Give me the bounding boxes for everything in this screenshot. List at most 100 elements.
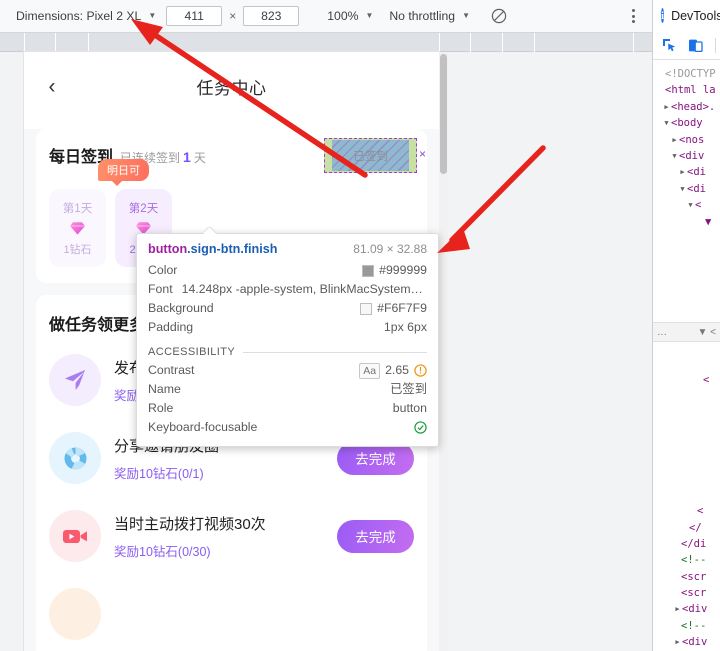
screenshot-root: Dimensions: Pixel 2 XL ▼ × 100% ▼ No thr… bbox=[0, 0, 720, 651]
dom-line[interactable] bbox=[659, 421, 709, 437]
name-key: Name bbox=[148, 382, 181, 396]
tooltip-color-row: Color #999999 bbox=[148, 261, 427, 280]
devtools-logo-icon: i bbox=[661, 8, 665, 23]
dom-line[interactable]: ▶ <di bbox=[656, 164, 720, 180]
tooltip-padding-key: Padding bbox=[148, 320, 194, 334]
tooltip-color-hex: #999999 bbox=[379, 263, 427, 277]
expand-arrow[interactable]: ▼ bbox=[670, 148, 679, 164]
dom-line-text: <div bbox=[682, 636, 708, 649]
sign-btn-finish[interactable]: 已签到 bbox=[324, 138, 417, 173]
dom-line-text: <div bbox=[682, 603, 708, 616]
expand-arrow[interactable]: ▼ bbox=[686, 197, 695, 213]
expand-arrow[interactable]: ▼ bbox=[678, 181, 687, 197]
share-aperture-icon bbox=[49, 432, 101, 484]
dom-line[interactable] bbox=[659, 438, 709, 454]
dimensions-dropdown[interactable]: Dimensions: Pixel 2 XL ▼ bbox=[14, 5, 156, 27]
devtools-titlebar: i DevTools bbox=[653, 0, 720, 31]
signin-day-cell[interactable]: 第1天 1钻石 bbox=[49, 189, 106, 267]
warning-icon bbox=[414, 364, 427, 377]
dom-line[interactable]: <!-- bbox=[659, 618, 709, 634]
dom-line[interactable]: <!-- bbox=[659, 552, 709, 568]
dom-tree-lower[interactable]: < < </ </di <!-- <scr <scr ▶ <div <!-- ▶ <… bbox=[656, 366, 709, 651]
go-complete-button[interactable]: 去完成 bbox=[337, 519, 414, 553]
expand-arrow[interactable]: ▶ bbox=[662, 99, 671, 115]
dom-line[interactable] bbox=[659, 388, 709, 404]
dom-line-text: <head>. bbox=[671, 100, 716, 113]
dom-line[interactable]: <scr bbox=[659, 569, 709, 585]
dom-line-text bbox=[703, 421, 709, 437]
viewport-height-input[interactable] bbox=[243, 6, 300, 26]
dom-line[interactable]: < bbox=[659, 372, 709, 388]
dom-line[interactable]: ▼ <di bbox=[656, 181, 720, 197]
dom-line[interactable]: ▼ <div bbox=[656, 148, 720, 164]
viewport-gutter-right bbox=[439, 52, 652, 651]
device-toolbar-icon[interactable] bbox=[686, 36, 705, 55]
tooltip-role-row: Role button bbox=[148, 399, 427, 418]
dom-line[interactable]: <!DOCTYP bbox=[656, 66, 720, 82]
dom-line[interactable]: </di bbox=[659, 536, 709, 552]
sign-btn-label: 已签到 bbox=[353, 150, 388, 163]
dom-tree-upper[interactable]: <!DOCTYP <html la ▶ <head>. ▼ <body ▶ <nos … bbox=[653, 60, 720, 230]
expand-arrow[interactable]: ▶ bbox=[673, 634, 682, 650]
dom-line-text: < bbox=[695, 199, 702, 212]
zoom-dropdown[interactable]: 100% ▼ bbox=[325, 5, 373, 27]
tooltip-background-value: #F6F7F9 bbox=[360, 299, 427, 318]
chevron-left-icon[interactable]: ‹ bbox=[38, 72, 66, 100]
partial-task-icon bbox=[49, 588, 101, 640]
viewport-width-input[interactable] bbox=[166, 6, 223, 26]
throttling-dropdown[interactable]: No throttling ▼ bbox=[387, 5, 470, 27]
expand-arrow[interactable]: ▶ bbox=[678, 164, 687, 180]
device-emulation-toolbar: Dimensions: Pixel 2 XL ▼ × 100% ▼ No thr… bbox=[0, 0, 652, 33]
page-scrollbar[interactable] bbox=[439, 52, 448, 651]
dom-line-text: <html la bbox=[665, 84, 716, 97]
dom-line[interactable] bbox=[659, 487, 709, 503]
dom-line-text: <!-- bbox=[681, 619, 707, 632]
dom-line[interactable] bbox=[659, 470, 709, 486]
dom-line[interactable]: ▼ bbox=[656, 214, 720, 230]
dom-line[interactable]: ▶ <div bbox=[659, 601, 709, 617]
statusbar-left: … bbox=[657, 326, 667, 338]
tooltip-font-row: Font 14.248px -apple-system, BlinkMacSys… bbox=[148, 280, 427, 299]
dimensions-label: Dimensions: Pixel 2 XL bbox=[16, 9, 142, 23]
dom-line-text bbox=[703, 388, 709, 404]
tooltip-element-size: 81.09 × 32.88 bbox=[353, 242, 427, 256]
expand-arrow[interactable]: ▼ bbox=[662, 115, 671, 131]
inspect-element-icon[interactable] bbox=[660, 36, 679, 55]
tooltip-name-row: Name 已签到 bbox=[148, 380, 427, 399]
day-label: 第1天 bbox=[62, 202, 93, 215]
keyboard-focusable-key: Keyboard-focusable bbox=[148, 420, 258, 434]
dom-line-text: <body bbox=[671, 117, 703, 130]
check-circle-icon bbox=[414, 421, 427, 434]
dom-line[interactable]: ▼ < bbox=[656, 197, 720, 213]
dom-line-text: <scr bbox=[681, 570, 707, 583]
dom-line[interactable]: <scr bbox=[659, 585, 709, 601]
tooltip-selector: button.sign-btn.finish bbox=[148, 242, 277, 256]
devtools-toolbar bbox=[653, 31, 720, 60]
inspector-dimension-marker: × bbox=[418, 147, 426, 161]
task-name: 当时主动拨打视频30次 bbox=[114, 515, 266, 533]
toolbar-divider bbox=[715, 37, 716, 53]
dom-line[interactable]: ▶ <nos bbox=[656, 132, 720, 148]
dom-line[interactable] bbox=[659, 454, 709, 470]
scrollbar-thumb[interactable] bbox=[440, 54, 447, 174]
dom-line-text bbox=[703, 454, 709, 470]
tooltip-color-key: Color bbox=[148, 263, 178, 277]
expand-arrow[interactable]: ▶ bbox=[673, 601, 682, 617]
dom-line-text: </di bbox=[681, 537, 707, 550]
task-text: 当时主动拨打视频30次 奖励10钻石(0/30) bbox=[114, 513, 324, 560]
kebab-menu-icon[interactable] bbox=[624, 6, 642, 26]
name-value: 已签到 bbox=[390, 382, 427, 396]
dom-line[interactable]: ▶ <head>. bbox=[656, 99, 720, 115]
expand-arrow[interactable]: ▶ bbox=[670, 132, 679, 148]
chevron-down-icon: ▼ bbox=[462, 11, 470, 20]
dom-line[interactable]: ▼ <body bbox=[656, 115, 720, 131]
tooltip-padding-value: 1px 6px bbox=[383, 320, 427, 334]
dom-line[interactable]: < bbox=[659, 503, 709, 519]
no-cache-circle-slash-icon[interactable] bbox=[490, 7, 508, 25]
dom-line[interactable]: </ bbox=[659, 520, 709, 536]
dom-line[interactable] bbox=[659, 405, 709, 421]
devtools-title: DevTools bbox=[671, 8, 720, 23]
signin-days-count: 1 bbox=[183, 149, 191, 165]
dom-line[interactable]: <html la bbox=[656, 82, 720, 98]
dom-line[interactable]: ▶ <div bbox=[659, 634, 709, 650]
